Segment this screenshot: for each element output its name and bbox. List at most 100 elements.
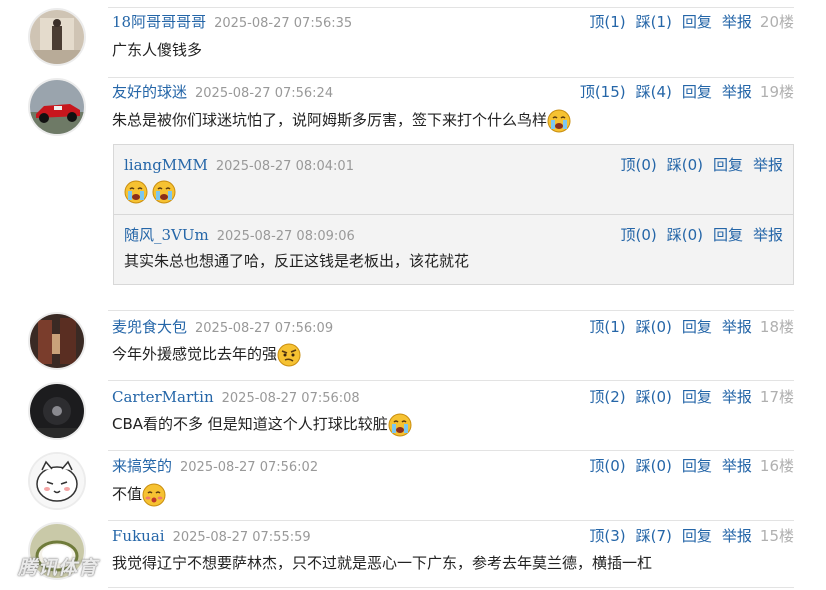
avatar[interactable] <box>30 454 84 508</box>
comment-item: CarterMartin 2025-08-27 07:56:08 顶(2) 踩(0)… <box>0 378 826 448</box>
downvote-button[interactable]: 踩(0) <box>667 226 703 244</box>
comment-text: CBA看的不多 但是知道这个人打球比较脏 <box>112 412 794 437</box>
comment-list: 18阿哥哥哥哥 2025-08-27 07:56:35 顶(1) 踩(1) 回复 举报 2… <box>0 0 826 590</box>
upvote-button[interactable]: 顶(1) <box>589 318 625 336</box>
upvote-button[interactable]: 顶(0) <box>620 156 656 174</box>
username-link[interactable]: 来搞笑的 <box>112 457 172 475</box>
comment-text: 我觉得辽宁不想要萨林杰，只不过就是恶心一下广东，参考去年莫兰德，横插一杠 <box>112 551 794 575</box>
report-button[interactable]: 举报 <box>722 83 752 101</box>
comment-meta: Fukuai 2025-08-27 07:55:59 顶(3) 踩(7) 回复 举报 15… <box>112 526 794 546</box>
reply-button[interactable]: 回复 <box>682 13 712 31</box>
reply-button[interactable]: 回复 <box>682 457 712 475</box>
timestamp: 2025-08-27 07:56:08 <box>221 391 360 406</box>
report-button[interactable]: 举报 <box>753 226 783 244</box>
timestamp: 2025-08-27 07:56:09 <box>195 321 334 336</box>
reply-text-content: 其实朱总也想通了哈，反正这钱是老板出，该花就花 <box>124 252 470 270</box>
comment-meta: 友好的球迷 2025-08-27 07:56:24 顶(15) 踩(4) 回复 举报 19… <box>112 82 794 102</box>
reply-meta: 随风_3VUm 2025-08-27 08:09:06 顶(0) 踩(0) 回复 举报 <box>124 225 783 245</box>
crying-emoji-icon <box>388 413 412 437</box>
avatar[interactable] <box>30 10 84 64</box>
comment-text: 朱总是被你们球迷坑怕了，说阿姆斯多厉害，签下来打个什么鸟样 <box>112 108 794 133</box>
divider <box>108 77 794 78</box>
comment-item: 友好的球迷 2025-08-27 07:56:24 顶(15) 踩(4) 回复 举报 19… <box>0 70 826 310</box>
crying-emoji-icon <box>547 109 571 133</box>
thinking-emoji-icon <box>277 343 301 367</box>
comment-text-content: 广东人傻钱多 <box>112 41 203 59</box>
floor-number: 15楼 <box>759 527 794 545</box>
reply-actions: 顶(0) 踩(0) 回复 举报 <box>610 225 783 245</box>
upvote-button[interactable]: 顶(15) <box>580 83 626 101</box>
comment-actions: 顶(15) 踩(4) 回复 举报 19楼 <box>570 82 794 102</box>
floor-number: 18楼 <box>759 318 794 336</box>
timestamp: 2025-08-27 08:04:01 <box>215 159 354 174</box>
comment-text-content: 我觉得辽宁不想要萨林杰，只不过就是恶心一下广东，参考去年莫兰德，横插一杠 <box>112 554 653 572</box>
comment-actions: 顶(3) 踩(7) 回复 举报 15楼 <box>579 526 794 546</box>
timestamp: 2025-08-27 07:56:02 <box>180 460 319 475</box>
floor-number: 16楼 <box>759 457 794 475</box>
reply-button[interactable]: 回复 <box>682 388 712 406</box>
comment-text-content: CBA看的不多 但是知道这个人打球比较脏 <box>112 415 388 433</box>
reply-button[interactable]: 回复 <box>682 318 712 336</box>
reply-thread: liangMMM 2025-08-27 08:04:01 顶(0) 踩(0) 回复 举报… <box>113 144 794 285</box>
upvote-button[interactable]: 顶(0) <box>620 226 656 244</box>
reply-meta: liangMMM 2025-08-27 08:04:01 顶(0) 踩(0) 回复 举报 <box>124 155 783 175</box>
comment-text: 不值 <box>112 482 794 507</box>
comment-actions: 顶(0) 踩(0) 回复 举报 16楼 <box>579 456 794 476</box>
blushing-emoji-icon <box>142 483 166 507</box>
comment-item: 麦兜食大包 2025-08-27 07:56:09 顶(1) 踩(0) 回复 举报 18楼… <box>0 308 826 378</box>
comment-actions: 顶(1) 踩(0) 回复 举报 18楼 <box>579 317 794 337</box>
username-link[interactable]: 友好的球迷 <box>112 83 187 101</box>
avatar[interactable] <box>30 384 84 438</box>
divider <box>108 380 794 381</box>
username-link[interactable]: Fukuai <box>112 527 165 545</box>
reply-button[interactable]: 回复 <box>682 83 712 101</box>
reply-button[interactable]: 回复 <box>713 226 743 244</box>
username-link[interactable]: 麦兜食大包 <box>112 318 187 336</box>
downvote-button[interactable]: 踩(0) <box>636 388 672 406</box>
comment-item: 18阿哥哥哥哥 2025-08-27 07:56:35 顶(1) 踩(1) 回复 举报 2… <box>0 0 826 70</box>
comment-actions: 顶(1) 踩(1) 回复 举报 20楼 <box>579 12 794 32</box>
username-link[interactable]: 随风_3VUm <box>124 226 209 244</box>
reply-item: 随风_3VUm 2025-08-27 08:09:06 顶(0) 踩(0) 回复 举报 … <box>114 214 793 284</box>
avatar[interactable] <box>30 80 84 134</box>
reply-text <box>124 179 783 204</box>
downvote-button[interactable]: 踩(1) <box>636 13 672 31</box>
reply-button[interactable]: 回复 <box>682 527 712 545</box>
reply-item: liangMMM 2025-08-27 08:04:01 顶(0) 踩(0) 回复 举报 <box>114 145 793 214</box>
floor-number: 17楼 <box>759 388 794 406</box>
downvote-button[interactable]: 踩(7) <box>636 527 672 545</box>
downvote-button[interactable]: 踩(4) <box>636 83 672 101</box>
avatar[interactable] <box>30 314 84 368</box>
upvote-button[interactable]: 顶(1) <box>589 13 625 31</box>
comment-meta: 18阿哥哥哥哥 2025-08-27 07:56:35 顶(1) 踩(1) 回复 举报 2… <box>112 12 794 32</box>
upvote-button[interactable]: 顶(3) <box>589 527 625 545</box>
comment-meta: CarterMartin 2025-08-27 07:56:08 顶(2) 踩(0)… <box>112 387 794 407</box>
downvote-button[interactable]: 踩(0) <box>636 318 672 336</box>
reply-text: 其实朱总也想通了哈，反正这钱是老板出，该花就花 <box>124 249 783 273</box>
report-button[interactable]: 举报 <box>722 388 752 406</box>
report-button[interactable]: 举报 <box>722 457 752 475</box>
downvote-button[interactable]: 踩(0) <box>636 457 672 475</box>
comment-text-content: 今年外援感觉比去年的强 <box>112 345 278 363</box>
report-button[interactable]: 举报 <box>722 527 752 545</box>
report-button[interactable]: 举报 <box>722 318 752 336</box>
report-button[interactable]: 举报 <box>722 13 752 31</box>
reply-button[interactable]: 回复 <box>713 156 743 174</box>
comment-text: 广东人傻钱多 <box>112 38 794 62</box>
username-link[interactable]: CarterMartin <box>112 388 214 406</box>
report-button[interactable]: 举报 <box>753 156 783 174</box>
upvote-button[interactable]: 顶(0) <box>589 457 625 475</box>
username-link[interactable]: liangMMM <box>124 156 208 174</box>
comment-item: Fukuai 2025-08-27 07:55:59 顶(3) 踩(7) 回复 举报 15… <box>0 518 826 590</box>
divider <box>108 310 794 311</box>
upvote-button[interactable]: 顶(2) <box>589 388 625 406</box>
floor-number: 20楼 <box>759 13 794 31</box>
username-link[interactable]: 18阿哥哥哥哥 <box>112 13 206 31</box>
timestamp: 2025-08-27 07:56:35 <box>214 16 353 31</box>
divider <box>108 520 794 521</box>
reply-actions: 顶(0) 踩(0) 回复 举报 <box>610 155 783 175</box>
comment-actions: 顶(2) 踩(0) 回复 举报 17楼 <box>579 387 794 407</box>
divider <box>108 587 794 588</box>
comment-meta: 麦兜食大包 2025-08-27 07:56:09 顶(1) 踩(0) 回复 举报 18楼 <box>112 317 794 337</box>
downvote-button[interactable]: 踩(0) <box>667 156 703 174</box>
